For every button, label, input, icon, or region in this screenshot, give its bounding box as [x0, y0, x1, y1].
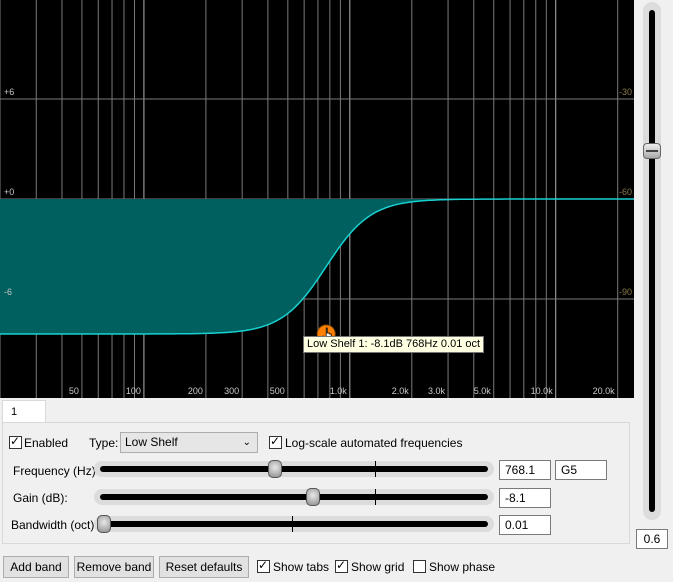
- freq-tick-label: 20.0k: [593, 386, 616, 396]
- frequency-center-tick: [375, 461, 376, 477]
- frequency-input[interactable]: 768.1: [499, 460, 551, 480]
- reset-defaults-button[interactable]: Reset defaults: [159, 556, 249, 578]
- freq-tick-label: 500: [270, 386, 285, 396]
- tab-band-1[interactable]: 1: [2, 400, 46, 423]
- show-phase-checkbox[interactable]: [413, 560, 426, 573]
- type-select[interactable]: Low Shelf ⌄: [120, 432, 258, 453]
- logscale-checkbox[interactable]: [269, 434, 282, 449]
- bandwidth-slider-thumb[interactable]: [97, 515, 111, 533]
- show-grid-checkbox[interactable]: [335, 558, 348, 573]
- freq-tick-label: 2.0k: [392, 386, 410, 396]
- freq-tick-label: 50: [69, 386, 79, 396]
- db-tick-label: -6: [4, 287, 12, 297]
- show-phase-label: Show phase: [429, 560, 496, 574]
- gain-label: Gain (dB):: [13, 491, 68, 505]
- output-gain-value: 0.6: [636, 529, 668, 549]
- freq-tick-label: 10.0k: [531, 386, 554, 396]
- output-gain-slider[interactable]: [643, 2, 661, 520]
- freq-tick-label: 5.0k: [474, 386, 492, 396]
- bandwidth-input[interactable]: 0.01: [499, 515, 551, 535]
- bandwidth-label: Bandwidth (oct):: [11, 518, 98, 532]
- db-tick-label: +0: [4, 187, 14, 197]
- type-label: Type:: [89, 436, 119, 450]
- gain-input[interactable]: -8.1: [499, 488, 551, 508]
- logscale-label: Log-scale automated frequencies: [285, 436, 463, 450]
- freq-tick-label: 1.0k: [330, 386, 348, 396]
- freq-tick-label: 3.0k: [428, 386, 446, 396]
- frequency-slider[interactable]: [94, 461, 494, 477]
- db-tick-label: +6: [4, 87, 14, 97]
- type-select-value: Low Shelf: [125, 435, 178, 449]
- frequency-label: Frequency (Hz):: [13, 464, 100, 478]
- freq-tick-label: 300: [224, 386, 239, 396]
- enabled-label: Enabled: [24, 436, 69, 450]
- note-input[interactable]: G5: [555, 460, 607, 480]
- band-tooltip: Low Shelf 1: -8.1dB 768Hz 0.01 oct: [303, 336, 485, 353]
- enabled-checkbox[interactable]: [9, 434, 22, 449]
- right-tick-label: -90: [619, 287, 632, 297]
- right-tick-label: -30: [619, 87, 632, 97]
- freq-tick-label: 100: [126, 386, 141, 396]
- chevron-down-icon: ⌄: [242, 437, 251, 448]
- freq-tick-label: 200: [188, 386, 203, 396]
- frequency-slider-thumb[interactable]: [268, 460, 282, 478]
- bandwidth-slider[interactable]: [94, 516, 494, 532]
- show-tabs-checkbox[interactable]: [257, 558, 270, 573]
- add-band-button[interactable]: Add band: [3, 556, 69, 578]
- show-tabs-label: Show tabs: [273, 560, 330, 574]
- response-fill: [0, 199, 634, 334]
- output-gain-slider-thumb[interactable]: [643, 142, 661, 159]
- show-grid-label: Show grid: [351, 560, 405, 574]
- bandwidth-center-tick: [292, 516, 293, 532]
- gain-center-tick: [375, 489, 376, 505]
- gain-slider[interactable]: [94, 489, 494, 505]
- remove-band-button[interactable]: Remove band: [74, 556, 154, 578]
- gain-slider-thumb[interactable]: [306, 488, 320, 506]
- right-tick-label: -60: [619, 187, 632, 197]
